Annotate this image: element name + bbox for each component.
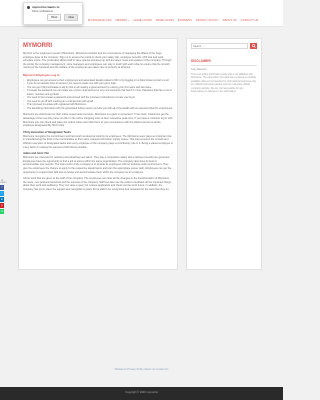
paragraph-4: Morrisons are interested in retaining an… <box>23 156 172 174</box>
search-button[interactable] <box>250 43 257 49</box>
share-button[interactable]: p <box>0 203 4 208</box>
sidebar-heading: DISCLAIMER <box>191 59 211 63</box>
search-input[interactable] <box>191 43 249 49</box>
footer-bar: Copyright © 2020 mymorrisi <box>0 387 283 400</box>
disclaimer-text: This is an online information guide and … <box>191 73 257 94</box>
share-button[interactable]: in <box>0 197 4 202</box>
subheading-1: Thirty Execution of Designated Tasks <box>23 130 71 134</box>
allow-button[interactable]: Allow <box>64 14 78 21</box>
search-icon <box>251 44 256 48</box>
page-title: MYMORRI <box>23 43 52 49</box>
login-steps-list: Employees can get access to their employ… <box>23 79 173 111</box>
nav-item[interactable]: ABOUT US <box>223 19 237 22</box>
nav-item[interactable]: HOME LOANS <box>133 19 151 22</box>
intro-paragraph: Mymorri is the employee's portal of Morr… <box>23 52 172 70</box>
divider <box>191 65 257 66</box>
nav-item[interactable]: BUSINESS <box>178 19 192 22</box>
nav-item[interactable]: CONTACT US <box>241 19 259 22</box>
footer-links[interactable]: Disclaimer Privacy Policy About Us Conta… <box>0 368 283 371</box>
nav-menu: MY/FINANCE CAR METRES + HOME LOANS MORE LOA… <box>88 19 258 22</box>
nav-item[interactable]: METRES + <box>116 19 130 22</box>
share-button[interactable]: w <box>0 209 4 214</box>
prompt-title: mymorrisi wants to <box>32 5 60 9</box>
nav-item[interactable]: PRIVACY POLICY <box>196 19 219 22</box>
paragraph-3: Morrisons recognize the commitment and h… <box>23 134 173 149</box>
copyright-text: Copyright © 2020 mymorrisi <box>125 391 158 394</box>
prompt-text: Show notifications <box>32 10 53 13</box>
paragraph-2: Morrisons are well known for their onlin… <box>23 113 173 128</box>
subheading-2: Adam and Amin Tier <box>23 152 49 156</box>
paragraph-5: All the work that are given to the staff… <box>23 177 171 191</box>
nav-item[interactable]: MORE LOANS <box>156 19 174 22</box>
share-button[interactable]: t <box>0 191 4 196</box>
share-label: SHARES <box>0 183 7 184</box>
search-form <box>191 43 257 49</box>
login-heading[interactable]: Mymorri Employee Log In <box>23 73 173 77</box>
bell-icon <box>27 5 30 9</box>
block-button[interactable]: Block <box>47 14 62 21</box>
sidebar-subheading: Grey Resume <box>191 68 207 71</box>
list-item: To create the password you can make use … <box>23 89 173 96</box>
share-button[interactable]: f <box>0 185 4 190</box>
share-count: 13 <box>0 180 4 182</box>
article-card: MYMORRI Mymorri is the employee's portal… <box>18 38 178 270</box>
social-share-bar: 13 SHARES f t in p w <box>0 180 7 215</box>
notification-permission-prompt: mymorrisi wants to Show notifications Bl… <box>23 2 83 25</box>
list-item: The identifying information with the goo… <box>23 107 173 111</box>
nav-item[interactable]: MY/FINANCE CAR <box>88 19 112 22</box>
sidebar: DISCLAIMER Grey Resume This is an online… <box>186 38 262 270</box>
